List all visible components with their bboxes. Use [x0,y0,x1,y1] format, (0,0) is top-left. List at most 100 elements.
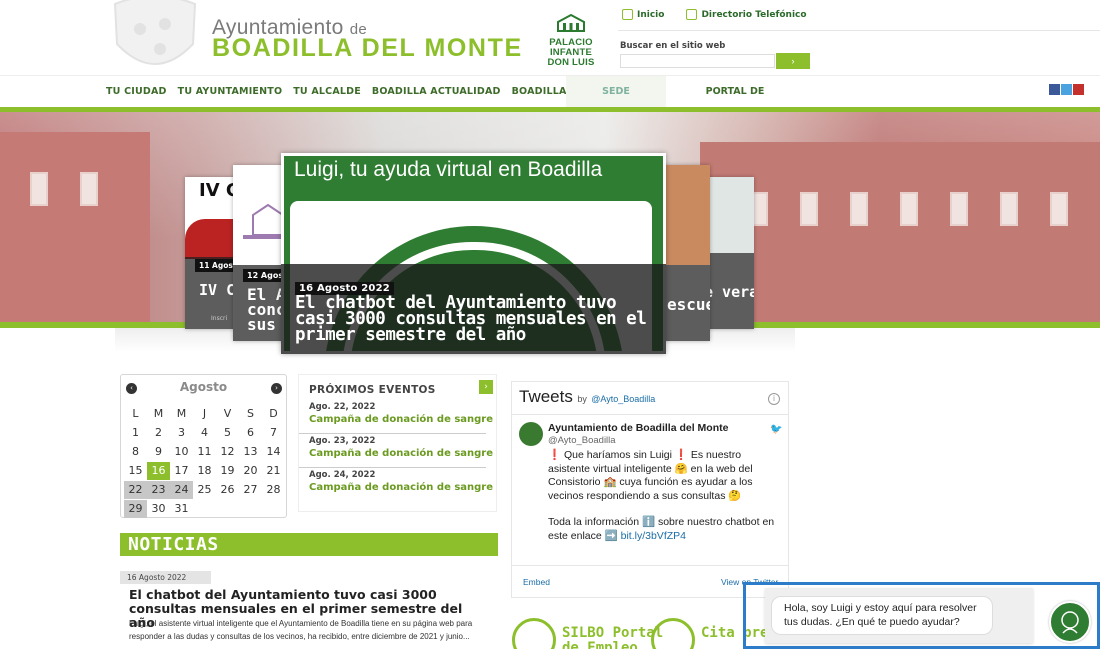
calendar-day[interactable]: 23 [147,481,170,499]
event-date: Ago. 24, 2022 [309,470,376,480]
tweet-account-handle[interactable]: @Ayto_Boadilla [548,435,616,446]
nav-item-tu-ayuntamiento[interactable]: TU AYUNTAMIENTO [178,86,283,97]
avatar[interactable] [519,422,543,446]
nav-item-sede-electronica[interactable]: SEDE ELECTRÓNICA [566,76,666,128]
event-item[interactable]: Ago. 22, 2022 Campaña de donación de san… [299,402,493,434]
calendar-day[interactable]: 14 [262,443,285,461]
twitter-icon[interactable] [1061,84,1072,95]
search-button[interactable]: › [776,53,810,69]
phone-directory-icon [686,9,698,20]
card-title: escue [667,295,710,314]
nav-item-portal-transparencia[interactable]: PORTAL DE TRANSPARENCIA [666,76,804,128]
calendar-day[interactable]: 10 [170,443,193,461]
noticias-header: NOTICIAS [120,533,498,556]
window [1050,192,1068,226]
calendar-day[interactable]: 6 [239,424,262,442]
calendar-day[interactable]: 31 [170,500,193,518]
phone-icon[interactable] [651,618,695,649]
calendar-empty [216,500,239,518]
calendar-day[interactable]: 13 [239,443,262,461]
tweet-account-name[interactable]: Ayuntamiento de Boadilla del Monte [548,422,728,434]
calendar-day[interactable]: 5 [216,424,239,442]
embed-link[interactable]: Embed [523,577,550,587]
nav-item-boadilla-actualidad[interactable]: BOADILLA ACTUALIDAD [372,86,501,97]
divider [618,30,1100,31]
calendar-day[interactable]: 20 [239,462,262,480]
weekday-label: D [269,407,278,420]
robot-head-icon [1061,611,1079,634]
event-item[interactable]: Ago. 24, 2022 Campaña de donación de san… [299,470,493,502]
site-header: Ayuntamiento de BOADILLA DEL MONTE PALAC… [0,0,1100,75]
calendar-day[interactable]: 16 [147,462,170,480]
home-icon [622,9,633,20]
calendar-day[interactable]: 17 [170,462,193,480]
facebook-icon[interactable] [1049,84,1060,95]
search-input[interactable] [620,54,775,68]
calendar-day[interactable]: 30 [147,500,170,518]
info-icon[interactable]: i [768,393,780,405]
next-month-button[interactable]: › [271,383,282,394]
calendar-day[interactable]: 12 [216,443,239,461]
divider [512,414,788,415]
calendar-empty [262,500,285,518]
chatbot-message[interactable]: Hola, soy Luigi y estoy aquí para resolv… [771,596,993,635]
calendar-day[interactable]: 18 [193,462,216,480]
event-date: Ago. 22, 2022 [309,402,376,412]
palacio-logo[interactable]: PALACIO INFANTE DON LUIS [545,13,597,72]
calendar-day[interactable]: 22 [124,481,147,499]
carousel-main-card[interactable]: Luigi, tu ayuda virtual en Boadilla 16 A… [281,153,666,354]
calendar-day[interactable]: 19 [216,462,239,480]
calendar-empty [239,500,262,518]
tweets-handle-link[interactable]: @Ayto_Boadilla [591,394,655,404]
calendar-day[interactable]: 11 [193,443,216,461]
calendar-day[interactable]: 29 [124,500,147,518]
calendar-day[interactable]: 1 [124,424,147,442]
nav-item-tu-alcalde[interactable]: TU ALCALDE [293,86,361,97]
main-card-title[interactable]: El chatbot del Ayuntamiento tuvo casi 30… [295,294,655,344]
home-link[interactable]: Inicio [622,9,664,20]
event-name[interactable]: Campaña de donación de sangre [309,414,493,425]
calendar-day[interactable]: 7 [262,424,285,442]
main-nav: TU CIUDAD TU AYUNTAMIENTO TU ALCALDE BOA… [0,75,1100,128]
news-date: 16 Agosto 2022 [120,571,211,584]
twitter-bird-icon[interactable]: 🐦 [770,424,782,435]
tweet-text: ❗ Que haríamos sin Luigi ❗ Es nuestro as… [548,449,753,502]
calendar-day[interactable]: 27 [239,481,262,499]
event-item[interactable]: Ago. 23, 2022 Campaña de donación de san… [299,436,493,468]
nav-item-tu-ciudad[interactable]: TU CIUDAD [106,86,167,97]
calendar-day[interactable]: 28 [262,481,285,499]
events-calendar: ‹ Agosto › L M M J V S D 1 2 3 4 5 6 7 8 9 10 11 12 13 14 15 1… [120,374,287,518]
youtube-icon[interactable] [1073,84,1084,95]
calendar-day[interactable]: 9 [147,443,170,461]
weekday-label: L [132,407,139,420]
calendar-day[interactable]: 26 [216,481,239,499]
window [30,172,48,206]
handshake-icon[interactable] [512,618,556,649]
events-more-button[interactable]: › [479,380,493,394]
event-name[interactable]: Campaña de donación de sangre [309,482,493,493]
brand-main[interactable]: BOADILLA DEL MONTE [212,34,523,63]
event-name[interactable]: Campaña de donación de sangre [309,448,493,459]
silbo-portal-link[interactable]: SILBO Portal de Empleo [562,626,663,649]
tweet-link[interactable]: bit.ly/3bVfZP4 [621,530,686,542]
calendar-day[interactable]: 25 [193,481,216,499]
palace-icon [557,13,585,32]
divider [512,565,788,566]
calendar-day[interactable]: 4 [193,424,216,442]
calendar-day[interactable]: 3 [170,424,193,442]
directory-link[interactable]: Directorio Telefónico [686,9,807,20]
weekday-label: M [176,407,187,420]
calendar-day[interactable]: 15 [124,462,147,480]
calendar-day[interactable]: 24 [170,481,193,499]
events-title: PRÓXIMOS EVENTOS [309,384,436,396]
calendar-empty [193,500,216,518]
window [850,192,868,226]
social-links [1049,84,1084,95]
calendar-day[interactable]: 8 [124,443,147,461]
window [80,172,98,206]
news-item: 16 Agosto 2022 El chatbot del Ayuntamien… [120,566,498,649]
calendar-day[interactable]: 21 [262,462,285,480]
calendar-day[interactable]: 2 [147,424,170,442]
chatbot-avatar-icon[interactable] [1049,601,1091,643]
building-left [0,132,150,323]
